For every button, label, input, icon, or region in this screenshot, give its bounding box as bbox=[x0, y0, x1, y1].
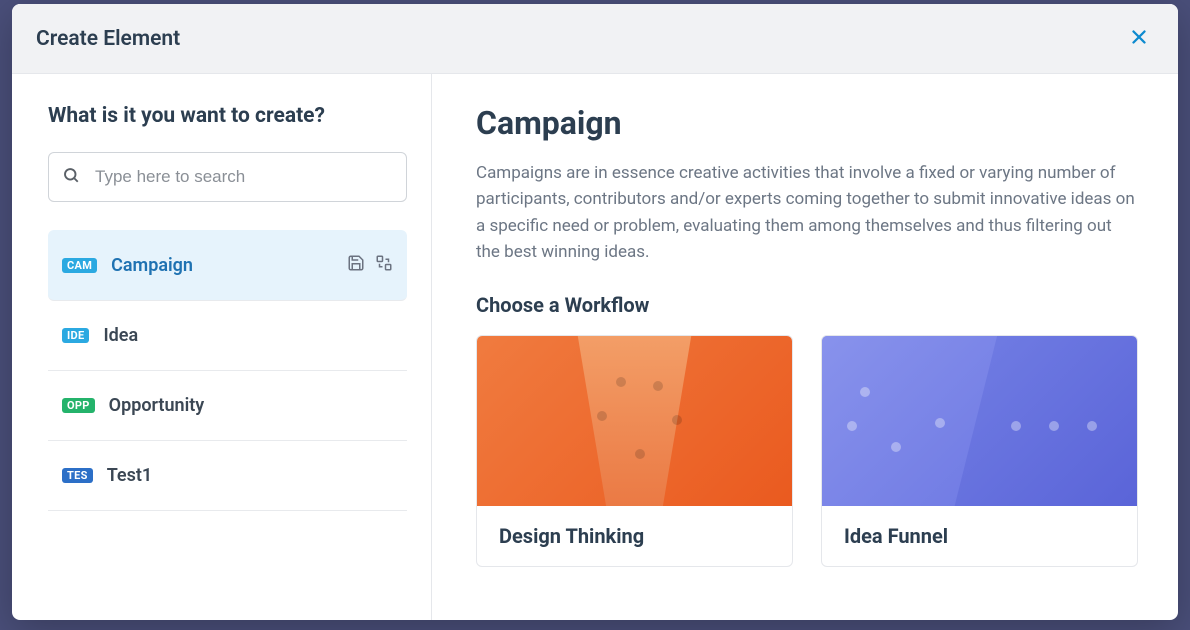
type-label: Idea bbox=[103, 325, 138, 346]
save-icon[interactable] bbox=[347, 254, 365, 276]
workflow-card-idea-funnel[interactable]: Idea Funnel bbox=[821, 335, 1138, 567]
close-button[interactable] bbox=[1124, 22, 1154, 55]
type-item-test1[interactable]: TES Test1 bbox=[48, 441, 407, 511]
search-wrap bbox=[48, 152, 407, 202]
type-badge: CAM bbox=[62, 258, 97, 273]
type-item-campaign[interactable]: CAM Campaign bbox=[48, 230, 407, 301]
workflow-label: Idea Funnel bbox=[822, 506, 1137, 566]
type-label: Test1 bbox=[107, 465, 153, 486]
workflow-card-design-thinking[interactable]: Design Thinking bbox=[476, 335, 793, 567]
right-panel: Campaign Campaigns are in essence creati… bbox=[432, 74, 1178, 620]
type-item-opportunity[interactable]: OPP Opportunity bbox=[48, 371, 407, 441]
type-badge: IDE bbox=[62, 328, 89, 343]
workflow-heading: Choose a Workflow bbox=[476, 293, 1138, 317]
switch-icon[interactable] bbox=[375, 254, 393, 276]
detail-description: Campaigns are in essence creative activi… bbox=[476, 160, 1138, 265]
dialog-header: Create Element bbox=[12, 4, 1178, 74]
type-item-idea[interactable]: IDE Idea bbox=[48, 301, 407, 371]
type-label: Campaign bbox=[111, 255, 193, 276]
dialog-body: What is it you want to create? CAM Campa… bbox=[12, 74, 1178, 620]
type-item-actions bbox=[347, 254, 393, 276]
search-input[interactable] bbox=[48, 152, 407, 202]
type-label: Opportunity bbox=[109, 395, 205, 416]
left-panel-title: What is it you want to create? bbox=[48, 104, 407, 128]
detail-title: Campaign bbox=[476, 104, 1138, 142]
type-badge: OPP bbox=[62, 398, 95, 413]
workflow-label: Design Thinking bbox=[477, 506, 792, 566]
create-element-dialog: Create Element What is it you want to cr… bbox=[12, 4, 1178, 620]
left-panel: What is it you want to create? CAM Campa… bbox=[12, 74, 432, 620]
search-icon bbox=[62, 166, 80, 188]
workflow-thumbnail bbox=[822, 336, 1137, 506]
type-badge: TES bbox=[62, 468, 93, 483]
element-type-list: CAM Campaign IDE Idea bbox=[48, 230, 407, 511]
dialog-title: Create Element bbox=[36, 27, 180, 51]
workflow-grid: Design Thinking Idea Funnel bbox=[476, 335, 1138, 567]
workflow-thumbnail bbox=[477, 336, 792, 506]
close-icon bbox=[1128, 36, 1150, 51]
